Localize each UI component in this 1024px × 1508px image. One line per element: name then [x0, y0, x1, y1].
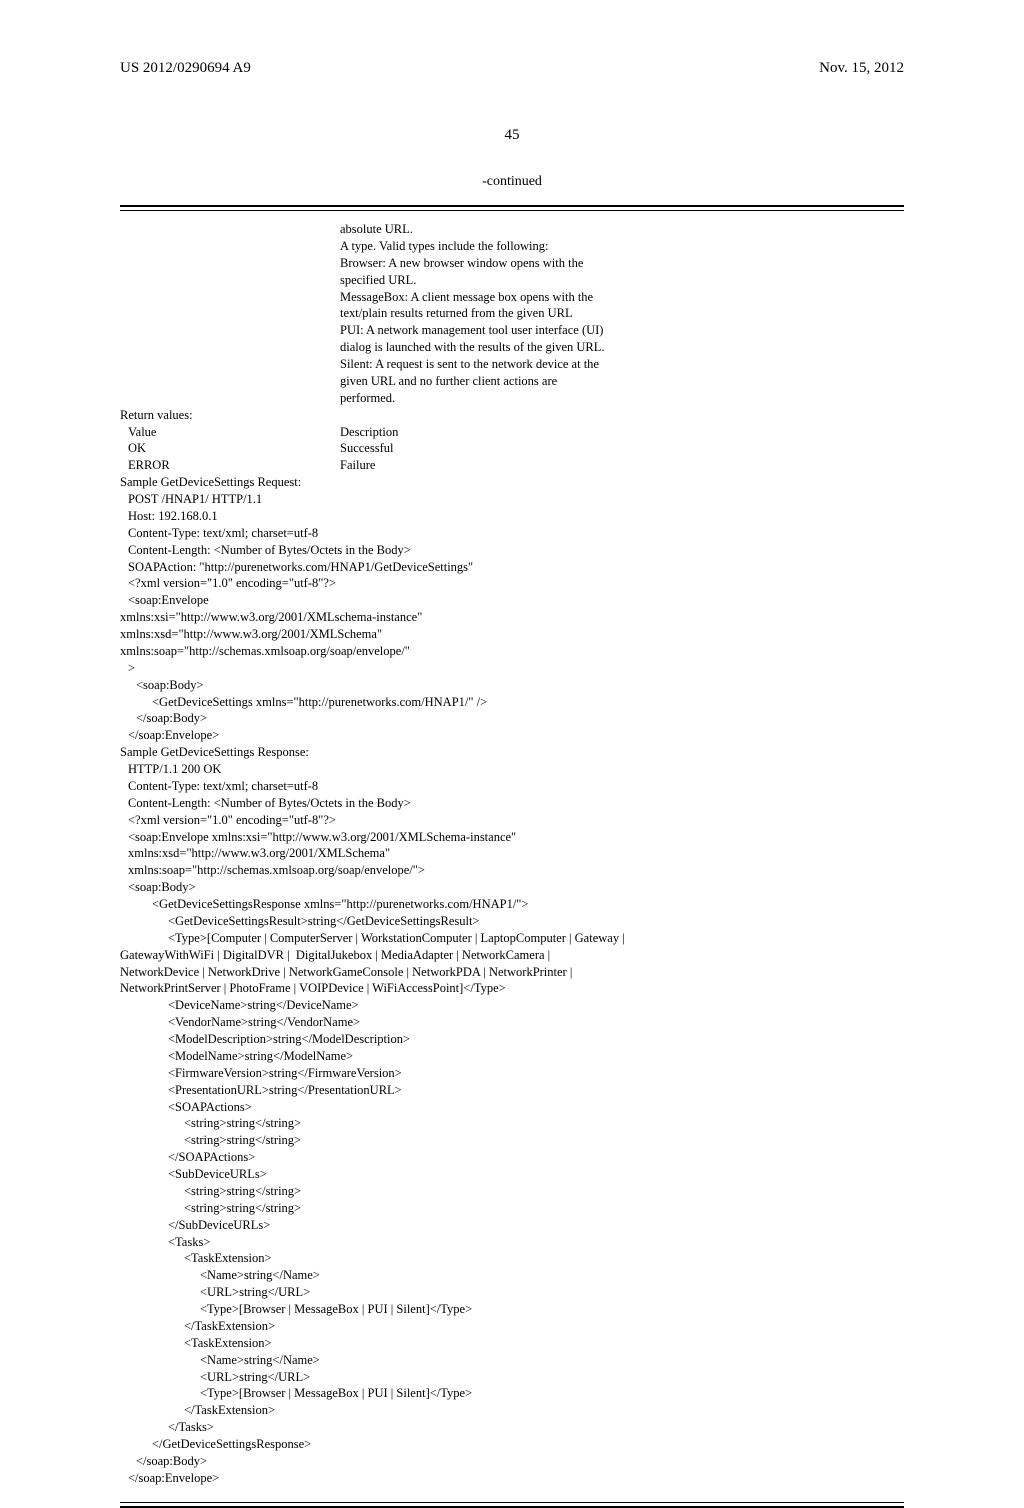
publication-date: Nov. 15, 2012 [819, 60, 904, 77]
body-line: </SubDeviceURLs> [120, 1217, 904, 1234]
body-line: absolute URL. [120, 221, 904, 238]
body-line: <?xml version="1.0" encoding="utf-8"?> [120, 575, 904, 592]
body-line: <soap:Body> [120, 677, 904, 694]
body-line: <URL>string</URL> [120, 1284, 904, 1301]
body-line: <?xml version="1.0" encoding="utf-8"?> [120, 812, 904, 829]
body-line: </soap:Envelope> [120, 727, 904, 744]
continued-label: -continued [120, 174, 904, 190]
body-line: <SubDeviceURLs> [120, 1166, 904, 1183]
body-line: Sample GetDeviceSettings Response: [120, 744, 904, 761]
body-line: > [120, 660, 904, 677]
body-line: MessageBox: A client message box opens w… [120, 289, 904, 306]
body-line: NetworkPrintServer | PhotoFrame | VOIPDe… [120, 980, 904, 997]
body-line: </TaskExtension> [120, 1402, 904, 1419]
body-line: <VendorName>string</VendorName> [120, 1014, 904, 1031]
body-line: Content-Type: text/xml; charset=utf-8 [120, 525, 904, 542]
body-line: ValueDescription [120, 424, 904, 441]
body-line: Host: 192.168.0.1 [120, 508, 904, 525]
body-line: <Type>[Computer | ComputerServer | Works… [120, 930, 904, 947]
body-line: </SOAPActions> [120, 1149, 904, 1166]
body-line: Sample GetDeviceSettings Request: [120, 474, 904, 491]
rule-bottom-thick [120, 1506, 904, 1508]
body-line: <Name>string</Name> [120, 1267, 904, 1284]
body-line: <TaskExtension> [120, 1250, 904, 1267]
body-line: A type. Valid types include the followin… [120, 238, 904, 255]
body-line: <Type>[Browser | MessageBox | PUI | Sile… [120, 1301, 904, 1318]
body-line: xmlns:xsd="http://www.w3.org/2001/XMLSch… [120, 845, 904, 862]
body-line: <string>string</string> [120, 1115, 904, 1132]
body-line: <Type>[Browser | MessageBox | PUI | Sile… [120, 1385, 904, 1402]
body-line: xmlns:soap="http://schemas.xmlsoap.org/s… [120, 643, 904, 660]
body-line: </soap:Envelope> [120, 1470, 904, 1487]
body-line: Content-Length: <Number of Bytes/Octets … [120, 795, 904, 812]
body-line: Silent: A request is sent to the network… [120, 356, 904, 373]
publication-number: US 2012/0290694 A9 [120, 60, 251, 77]
body-line: Content-Length: <Number of Bytes/Octets … [120, 542, 904, 559]
rule-top-thick [120, 205, 904, 207]
body-line: xmlns:xsi="http://www.w3.org/2001/XMLsch… [120, 609, 904, 626]
body-line: </soap:Body> [120, 1453, 904, 1470]
body-line: SOAPAction: "http://purenetworks.com/HNA… [120, 559, 904, 576]
page-number: 45 [120, 127, 904, 144]
body-line: <GetDeviceSettings xmlns="http://purenet… [120, 694, 904, 711]
body-line: </GetDeviceSettingsResponse> [120, 1436, 904, 1453]
body-line: ERRORFailure [120, 457, 904, 474]
body-line: <ModelName>string</ModelName> [120, 1048, 904, 1065]
body-line: </Tasks> [120, 1419, 904, 1436]
body-line: <GetDeviceSettingsResponse xmlns="http:/… [120, 896, 904, 913]
body-line: <soap:Envelope [120, 592, 904, 609]
body-line: <string>string</string> [120, 1200, 904, 1217]
body-line: <GetDeviceSettingsResult>string</GetDevi… [120, 913, 904, 930]
body-line: <string>string</string> [120, 1183, 904, 1200]
body-line: Browser: A new browser window opens with… [120, 255, 904, 272]
body-line: GatewayWithWiFi | DigitalDVR | DigitalJu… [120, 947, 904, 964]
body-line: <Name>string</Name> [120, 1352, 904, 1369]
body-line: HTTP/1.1 200 OK [120, 761, 904, 778]
body-line: xmlns:xsd="http://www.w3.org/2001/XMLSch… [120, 626, 904, 643]
body-line: <soap:Body> [120, 879, 904, 896]
body-line: dialog is launched with the results of t… [120, 339, 904, 356]
body-line: <Tasks> [120, 1234, 904, 1251]
body-line: specified URL. [120, 272, 904, 289]
body-line: <DeviceName>string</DeviceName> [120, 997, 904, 1014]
body-line: <SOAPActions> [120, 1099, 904, 1116]
document-body: absolute URL.A type. Valid types include… [120, 211, 904, 1497]
body-line: xmlns:soap="http://schemas.xmlsoap.org/s… [120, 862, 904, 879]
body-line: text/plain results returned from the giv… [120, 305, 904, 322]
body-line: <URL>string</URL> [120, 1369, 904, 1386]
body-line: <PresentationURL>string</PresentationURL… [120, 1082, 904, 1099]
body-line: Return values: [120, 407, 904, 424]
body-line: <string>string</string> [120, 1132, 904, 1149]
body-line: <ModelDescription>string</ModelDescripti… [120, 1031, 904, 1048]
body-line: PUI: A network management tool user inte… [120, 322, 904, 339]
body-line: <TaskExtension> [120, 1335, 904, 1352]
body-line: </soap:Body> [120, 710, 904, 727]
body-line: performed. [120, 390, 904, 407]
body-line: OKSuccessful [120, 440, 904, 457]
document-header: US 2012/0290694 A9 Nov. 15, 2012 [120, 60, 904, 77]
body-line: POST /HNAP1/ HTTP/1.1 [120, 491, 904, 508]
body-line: NetworkDevice | NetworkDrive | NetworkGa… [120, 964, 904, 981]
rule-bottom-thin [120, 1502, 904, 1503]
body-line: </TaskExtension> [120, 1318, 904, 1335]
body-line: given URL and no further client actions … [120, 373, 904, 390]
body-line: <soap:Envelope xmlns:xsi="http://www.w3.… [120, 829, 904, 846]
body-line: Content-Type: text/xml; charset=utf-8 [120, 778, 904, 795]
body-line: <FirmwareVersion>string</FirmwareVersion… [120, 1065, 904, 1082]
